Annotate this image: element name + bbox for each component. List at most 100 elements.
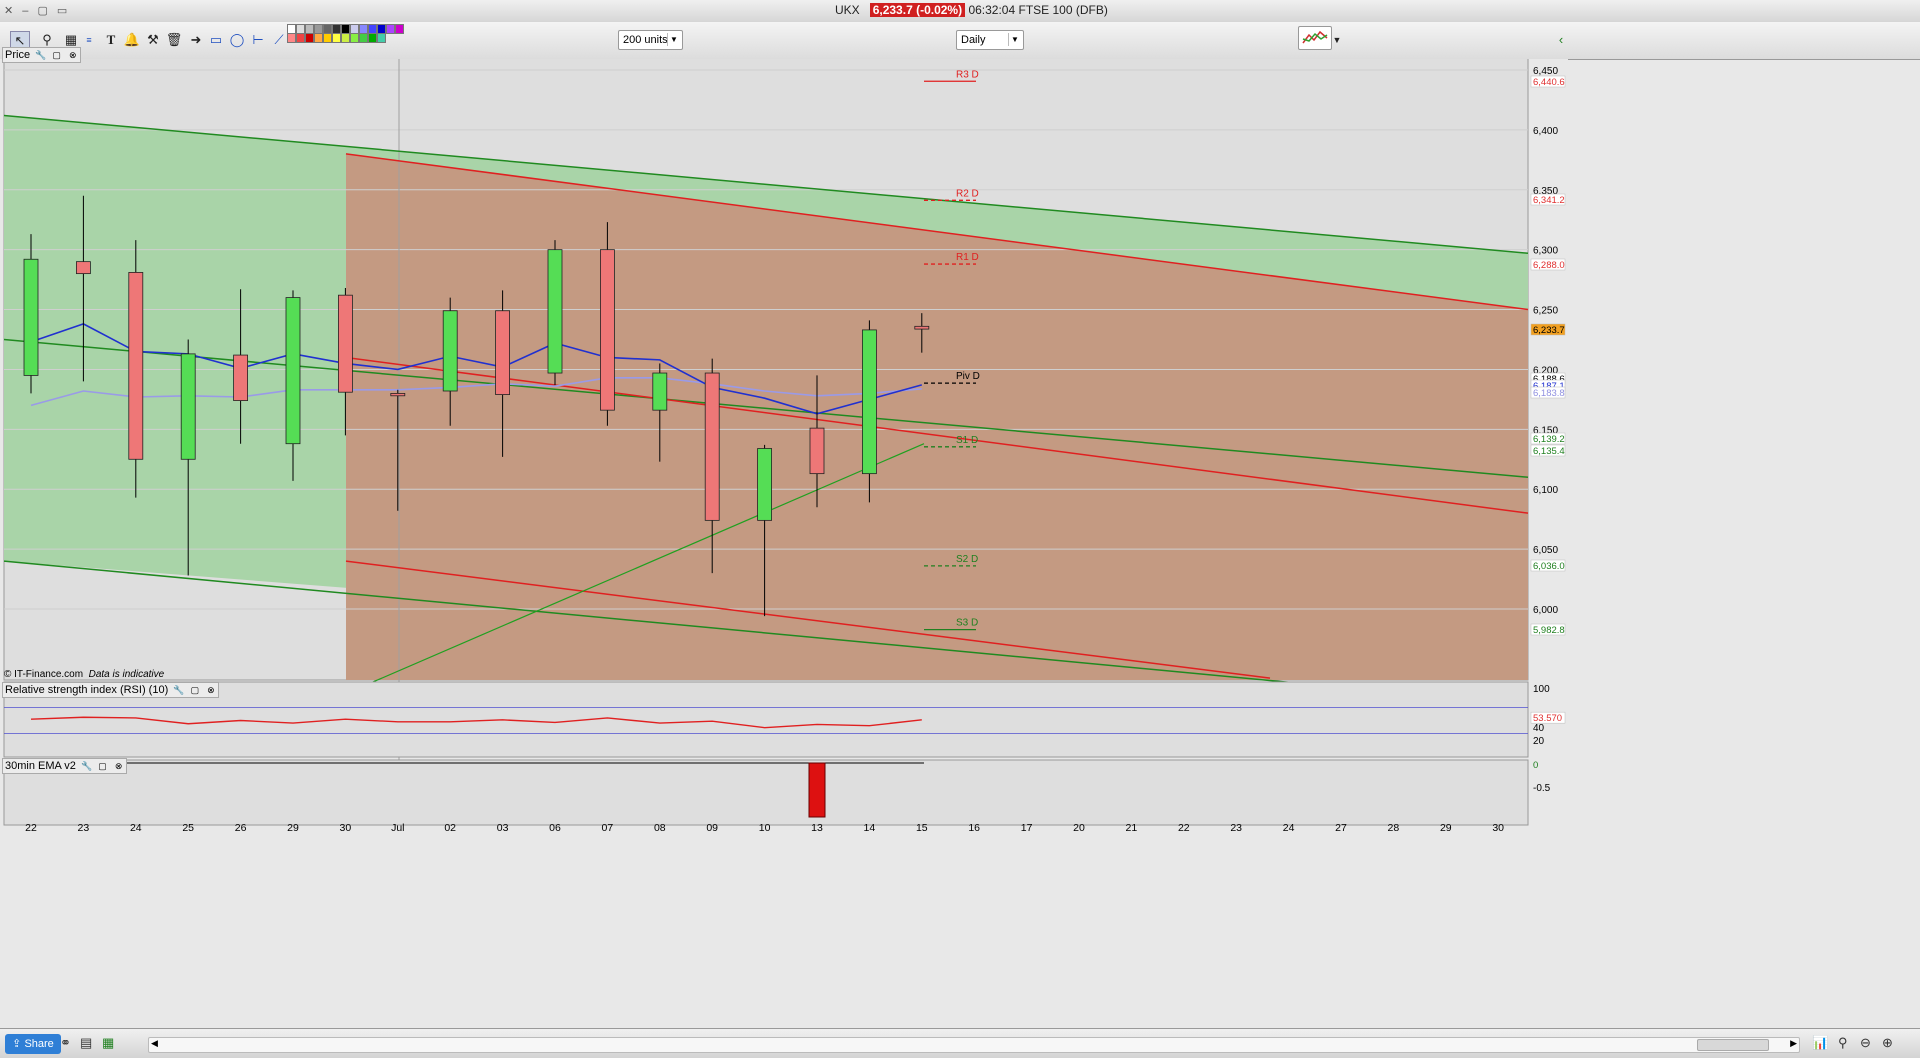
horizontal-line-icon[interactable]: ⊢	[249, 31, 267, 49]
wrench-icon[interactable]: 🔧	[35, 50, 46, 61]
candle-body[interactable]	[547, 249, 563, 374]
text-tool-icon[interactable]: T	[102, 31, 120, 49]
pivot-label: S1 D	[956, 435, 978, 446]
color-swatch[interactable]	[359, 33, 368, 43]
pivot-label: R3 D	[956, 69, 979, 80]
pivot-label: R1 D	[956, 252, 979, 263]
x-axis-label: 30	[340, 822, 352, 834]
collapse-panel-icon[interactable]: ‹	[1552, 31, 1570, 49]
x-axis-label: 09	[706, 822, 718, 834]
units-select[interactable]: 200 units ▼	[618, 30, 683, 50]
color-swatch[interactable]	[341, 33, 350, 43]
candle-body[interactable]	[128, 272, 144, 460]
x-axis-label: 29	[287, 822, 299, 834]
alert-bell-icon[interactable]: 🔔	[123, 31, 141, 49]
price-panel-label: Price	[5, 49, 31, 61]
window-icon[interactable]: ▢	[189, 685, 200, 696]
price-badge: 6,135.4	[1533, 446, 1565, 457]
price-tick-label: 6,000	[1533, 605, 1558, 616]
x-axis-label: 21	[1126, 822, 1138, 834]
zoom-in-icon[interactable]: ⊕	[1882, 1035, 1893, 1051]
window-icon[interactable]: ▢	[51, 50, 62, 61]
candle-body[interactable]	[76, 261, 91, 275]
interval-value: Daily	[961, 34, 986, 46]
color-swatch[interactable]	[323, 33, 332, 43]
candle-body[interactable]	[862, 329, 877, 475]
zoom-out-icon[interactable]: ⊖	[1860, 1035, 1871, 1051]
color-swatch[interactable]	[368, 33, 377, 43]
price-badge: 5,982.8	[1533, 625, 1565, 636]
color-swatch[interactable]	[305, 33, 314, 43]
color-swatch[interactable]	[350, 33, 359, 43]
candle-body[interactable]	[495, 310, 511, 395]
candle-body[interactable]	[757, 448, 772, 521]
grid-icon[interactable]: ▤	[80, 1035, 92, 1051]
scroll-left-icon[interactable]: ◀	[151, 1038, 158, 1049]
color-swatch[interactable]	[296, 33, 305, 43]
scroll-right-icon[interactable]: ▶	[1790, 1038, 1797, 1049]
candle-body[interactable]	[652, 372, 668, 411]
color-swatch[interactable]	[395, 24, 404, 34]
candle-body[interactable]	[600, 249, 615, 411]
arrow-right-icon[interactable]: ➜	[187, 31, 205, 49]
color-swatch[interactable]	[287, 33, 296, 43]
layout-icon[interactable]: ▦	[102, 1035, 114, 1051]
trend-line-icon[interactable]: ⟋	[270, 31, 288, 49]
price-tick-label: 6,050	[1533, 545, 1558, 556]
x-axis-label: 10	[759, 822, 771, 834]
color-swatch[interactable]	[332, 33, 341, 43]
close-icon[interactable]: ⊗	[67, 50, 78, 61]
symbol-label: UKX	[835, 3, 860, 17]
bar-chart-icon[interactable]: 📊	[1812, 1035, 1828, 1051]
scroll-thumb[interactable]	[1697, 1039, 1769, 1051]
candle-body[interactable]	[390, 392, 406, 397]
color-swatch[interactable]	[377, 33, 386, 43]
x-axis-label: 02	[444, 822, 456, 834]
bottom-bar: ⇪ Share ⚭ ▤ ▦ ◀ ▶ 📊 ⚲ ⊖ ⊕	[0, 1028, 1920, 1058]
chart-area[interactable]: 6,4506,4006,3506,3006,2506,2006,1506,100…	[0, 59, 1568, 1028]
ema-panel-bg	[3, 759, 1529, 826]
fib-icon[interactable]: ≡	[80, 31, 98, 49]
zoom-fit-icon[interactable]: ⚲	[1838, 1035, 1848, 1051]
ellipse-icon[interactable]: ◯	[228, 31, 246, 49]
x-axis-label: 03	[497, 822, 509, 834]
candle-body[interactable]	[233, 354, 249, 401]
close-icon[interactable]: ⊗	[205, 685, 216, 696]
candle-body[interactable]	[442, 310, 458, 392]
pivot-label: R2 D	[956, 188, 979, 199]
wrench-icon[interactable]: 🔧	[173, 685, 184, 696]
candle-body[interactable]	[704, 372, 720, 521]
window-icon[interactable]: ▢	[97, 761, 108, 772]
rsi-panel-label: Relative strength index (RSI) (10)	[5, 684, 169, 696]
color-swatch[interactable]	[314, 33, 323, 43]
trash-icon[interactable]: 🗑	[165, 31, 183, 49]
candle-body[interactable]	[809, 427, 825, 475]
ema-panel-header: 30min EMA v2 🔧 ▢ ⊗	[2, 758, 128, 774]
chevron-down-icon[interactable]: ▼	[1328, 31, 1346, 49]
candle-body[interactable]	[180, 353, 196, 460]
candle-body[interactable]	[337, 294, 353, 393]
share-button[interactable]: ⇪ Share	[5, 1034, 61, 1054]
rectangle-icon[interactable]: ▭	[207, 31, 225, 49]
candle-body[interactable]	[23, 258, 39, 376]
x-axis-label: 08	[654, 822, 666, 834]
wrench-icon[interactable]: 🔧	[81, 761, 92, 772]
candle-body[interactable]	[285, 297, 301, 445]
close-icon[interactable]: ⊗	[113, 761, 124, 772]
hammer-icon[interactable]: ⚒	[144, 31, 162, 49]
indicator-menu-button[interactable]	[1298, 26, 1332, 50]
interval-select[interactable]: Daily ▼	[956, 30, 1024, 50]
window-title: UKX 6,233.7 (-0.02%) 06:32:04 FTSE 100 (…	[835, 3, 1108, 17]
color-swatch[interactable]	[386, 24, 395, 34]
horizontal-scrollbar[interactable]: ◀ ▶	[148, 1037, 1800, 1053]
link-icon[interactable]: ⚭	[60, 1035, 71, 1051]
price-tick-label: 6,100	[1533, 485, 1558, 496]
x-axis-label: 28	[1388, 822, 1400, 834]
price-badge: 6,183.8	[1533, 388, 1565, 399]
x-axis-label: 07	[602, 822, 614, 834]
x-axis-label: 26	[235, 822, 247, 834]
x-axis-label: 20	[1073, 822, 1085, 834]
window-controls[interactable]: ✕ – ▢ ▭	[4, 4, 70, 17]
x-axis-label: 14	[864, 822, 876, 834]
candle-body[interactable]	[914, 325, 930, 330]
